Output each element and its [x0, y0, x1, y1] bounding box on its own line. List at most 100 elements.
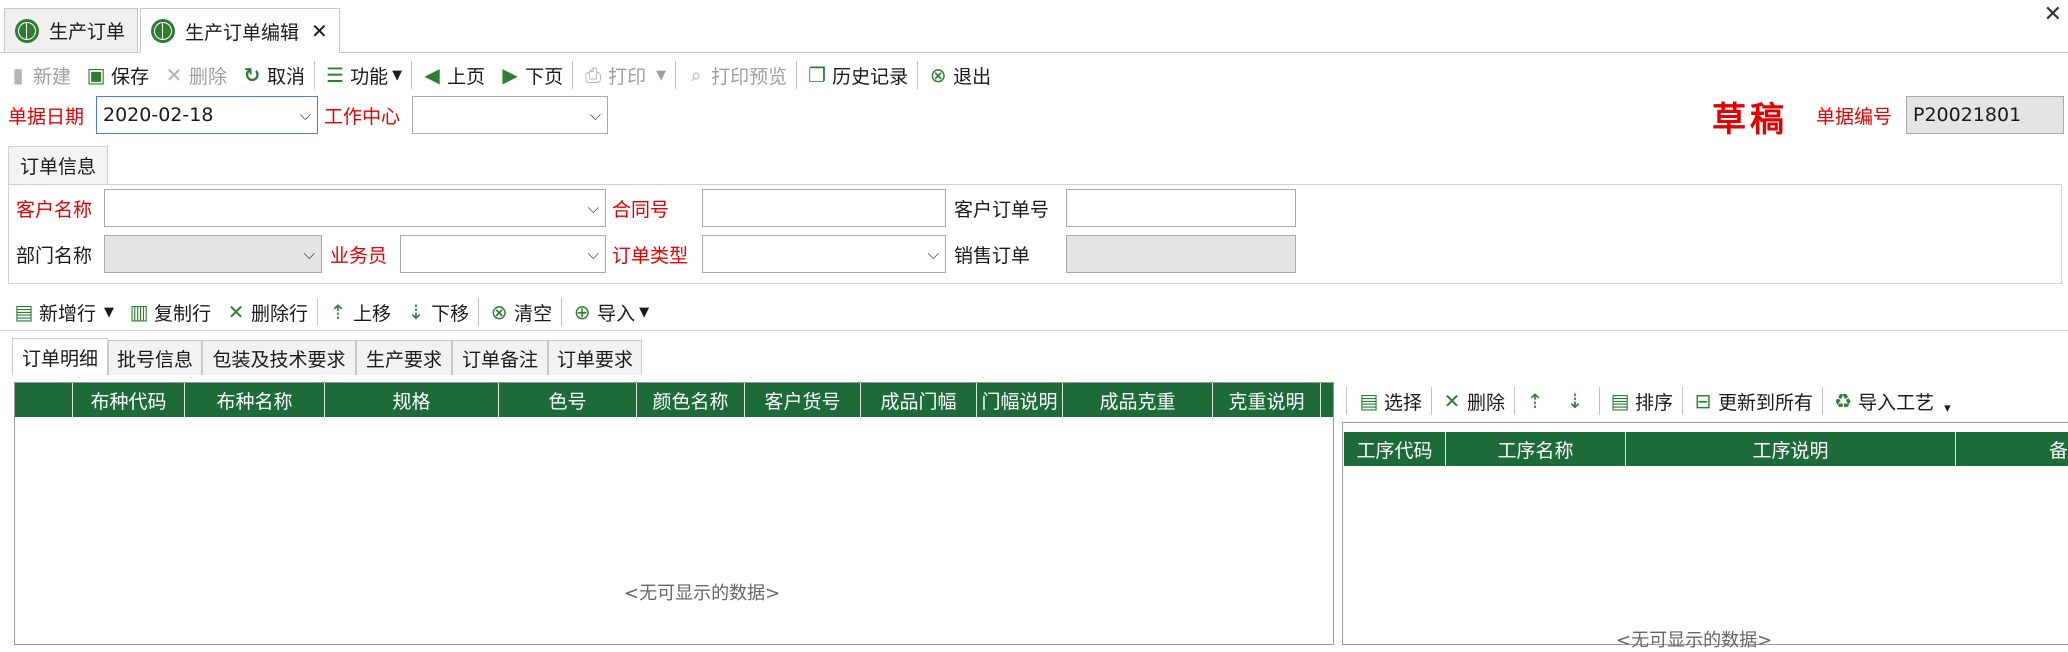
triangle-left-icon: ◀	[424, 63, 440, 87]
column-header[interactable]: 色号	[499, 383, 637, 417]
empty-data-text: <无可显示的数据>	[624, 583, 781, 604]
delete-button[interactable]: ✕ 删除	[156, 58, 234, 92]
column-header[interactable]: 工序代码	[1344, 432, 1446, 466]
toolbar-separator	[675, 61, 677, 89]
print-button[interactable]: ⎙ 打印 ▼	[575, 58, 673, 92]
column-header[interactable]: 成品克重	[1063, 383, 1213, 417]
column-header[interactable]: 布种名称	[185, 383, 325, 417]
exit-button[interactable]: ⊗ 退出	[920, 58, 998, 92]
column-header[interactable]: 颜色名称	[637, 383, 745, 417]
process-delete-button[interactable]: ✕ 删除	[1434, 384, 1512, 418]
date-field[interactable]: 2020-02-18 ⌵	[96, 96, 318, 134]
select-button[interactable]: ▤ 选择	[1351, 384, 1429, 418]
prev-page-button[interactable]: ◀ 上页	[414, 58, 492, 92]
import-process-button[interactable]: ♻ 导入工艺 ▾	[1825, 384, 1958, 418]
docno-field: P20021801	[1906, 96, 2064, 134]
column-header[interactable]: 克重说明	[1213, 383, 1321, 417]
delete-icon: ✕	[1443, 389, 1461, 413]
print-preview-button[interactable]: ⌕ 打印预览	[678, 58, 794, 92]
toolbar-separator	[561, 298, 563, 326]
column-header[interactable]: 成品门幅	[861, 383, 977, 417]
order-type-select[interactable]: ⌵	[702, 235, 946, 273]
move-down-button[interactable]: ⇣ 下移	[398, 295, 476, 329]
add-row-icon: ▤	[14, 300, 34, 324]
toolbar-separator	[1431, 387, 1433, 415]
process-move-up-button[interactable]: ⇡	[1517, 384, 1557, 418]
new-document-icon: ▮	[12, 63, 24, 87]
toolbar-separator	[317, 298, 319, 326]
chevron-down-icon[interactable]: ⌵	[304, 245, 315, 263]
move-up-button[interactable]: ⇡ 上移	[320, 295, 398, 329]
next-page-button[interactable]: ▶ 下页	[492, 58, 570, 92]
column-header[interactable]: 工序说明	[1626, 432, 1956, 466]
divider	[0, 330, 2068, 331]
column-header[interactable]: 客户货号	[745, 383, 861, 417]
recycle-icon: ♻	[1834, 389, 1853, 413]
chevron-down-icon[interactable]: ⌵	[928, 245, 939, 263]
workcenter-select[interactable]: ⌵	[412, 96, 608, 134]
chevron-down-icon[interactable]: ⌵	[300, 106, 311, 124]
delete-icon: ✕	[227, 300, 245, 324]
column-header[interactable]: 备	[1956, 432, 2068, 466]
tab-order-requirements[interactable]: 订单要求	[548, 340, 642, 375]
process-move-down-button[interactable]: ⇣	[1557, 384, 1597, 418]
cancel-button[interactable]: ↻ 取消	[234, 58, 312, 92]
order-type-label: 订单类型	[612, 244, 689, 267]
caret-down-icon: ▼	[656, 67, 667, 83]
clear-button[interactable]: ⊗ 清空	[481, 295, 559, 329]
toolbar-separator	[314, 61, 316, 89]
column-header[interactable]: 规格	[325, 383, 499, 417]
caret-down-icon: ▼	[392, 67, 403, 83]
column-header[interactable]: 门幅说明	[977, 383, 1063, 417]
toolbar-separator	[796, 61, 798, 89]
salesman-select[interactable]: ⌵	[400, 235, 606, 273]
customer-order-field[interactable]	[1066, 189, 1296, 227]
row-toolbar: ▤ 新增行 ▼ ▥ 复制行 ✕ 删除行 ⇡ 上移 ⇣ 下移 ⊗ 清空 ⊕ 导入 …	[6, 293, 906, 331]
window-close-icon[interactable]: ✕	[2044, 2, 2062, 27]
import-button[interactable]: ⊕ 导入 ▼	[564, 295, 656, 329]
copy-row-button[interactable]: ▥ 复制行	[121, 295, 218, 329]
update-all-button[interactable]: ⊟ 更新到所有	[1685, 384, 1820, 418]
exit-circle-icon: ⊗	[929, 63, 947, 87]
clear-circle-icon: ⊗	[490, 300, 508, 324]
close-icon[interactable]: ✕	[311, 19, 328, 43]
delete-icon: ✕	[165, 63, 183, 87]
chevron-down-icon[interactable]: ⌵	[588, 245, 599, 263]
add-row-button[interactable]: ▤ 新增行 ▼	[6, 295, 121, 329]
tab-packaging[interactable]: 包装及技术要求	[202, 340, 356, 375]
department-label: 部门名称	[16, 244, 93, 267]
chevron-down-icon[interactable]: ⌵	[588, 199, 599, 217]
column-header[interactable]: 工序名称	[1446, 432, 1626, 466]
tab-production-req[interactable]: 生产要求	[356, 340, 452, 375]
tab-order-notes[interactable]: 订单备注	[452, 340, 548, 375]
globe-icon: ⊕	[573, 300, 591, 324]
toolbar-separator	[1822, 387, 1824, 415]
column-header[interactable]: 布种代码	[73, 383, 185, 417]
tab-order-detail[interactable]: 订单明细	[12, 338, 108, 375]
list-select-icon: ▤	[1359, 389, 1379, 413]
save-button[interactable]: ▣ 保存	[78, 58, 156, 92]
chevron-down-icon[interactable]: ⌵	[590, 106, 601, 124]
document-status-stamp: 草稿	[1712, 100, 1788, 140]
tab-order-info[interactable]: 订单信息	[8, 146, 108, 184]
sort-button[interactable]: ▤ 排序	[1602, 384, 1680, 418]
toolbar-separator	[1599, 387, 1601, 415]
save-icon: ▣	[86, 63, 106, 87]
contract-field[interactable]	[702, 189, 946, 227]
docno-label: 单据编号	[1816, 105, 1893, 128]
tab-production-order[interactable]: 生产订单	[4, 8, 138, 52]
arrow-up-icon: ⇡	[1526, 389, 1544, 413]
history-button[interactable]: ❐ 历史记录	[799, 58, 915, 92]
customer-select[interactable]: ⌵	[104, 189, 606, 227]
toolbar-separator	[1682, 387, 1684, 415]
sales-order-field	[1066, 235, 1296, 273]
new-button[interactable]: ▮ 新建	[0, 58, 78, 92]
tab-production-order-edit[interactable]: 生产订单编辑 ✕	[140, 8, 340, 53]
tab-batch-info[interactable]: 批号信息	[108, 340, 202, 375]
globe-icon	[151, 19, 175, 43]
department-select[interactable]: ⌵	[104, 235, 322, 273]
delete-row-button[interactable]: ✕ 删除行	[218, 295, 315, 329]
toolbar-separator	[572, 61, 574, 89]
process-toolbar: ▤ 选择 ✕ 删除 ⇡ ⇣ ▤ 排序 ⊟ 更新到所有 ♻ 导入工艺 ▾	[1344, 382, 1984, 420]
function-menu-button[interactable]: ☰ 功能 ▼	[317, 58, 409, 92]
